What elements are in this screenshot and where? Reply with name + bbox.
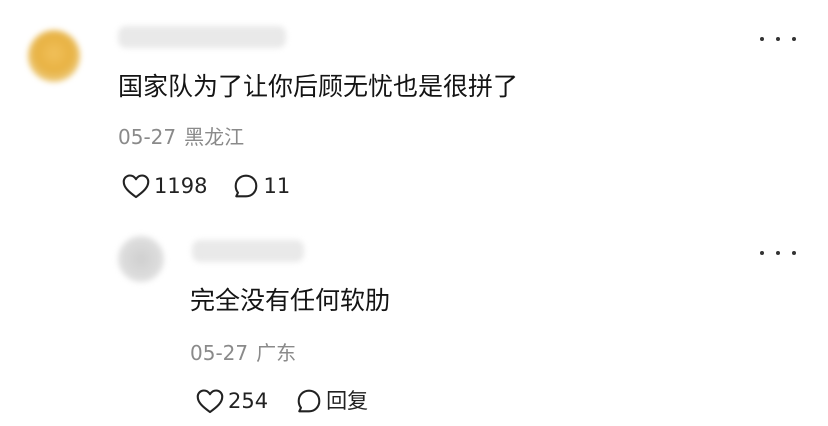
reply-comment-meta: 05-27 广东 — [190, 340, 296, 366]
speech-bubble-icon — [297, 389, 321, 413]
more-dot-icon — [776, 251, 780, 255]
more-dot-icon — [760, 251, 764, 255]
speech-bubble-icon — [235, 174, 258, 198]
reply-count: 11 — [263, 174, 291, 198]
comment-date: 05-27 — [190, 341, 249, 365]
reply-comment-actions: 254 回复 — [196, 388, 368, 414]
comment-meta: 05-27 黑龙江 — [118, 124, 244, 150]
more-dot-icon — [792, 37, 796, 41]
reply-button[interactable]: 回复 — [296, 388, 368, 414]
like-button[interactable]: 254 — [196, 388, 268, 414]
comment-thread: 国家队为了让你后顾无忧也是很拼了 05-27 黑龙江 1198 11 完全没有任何… — [0, 0, 828, 426]
reply-label: 回复 — [326, 389, 369, 413]
like-button[interactable]: 1198 — [122, 173, 207, 199]
more-dot-icon — [760, 37, 764, 41]
heart-outline-icon — [122, 174, 150, 199]
reply-commenter-username-blurred[interactable] — [192, 240, 304, 262]
more-options-button[interactable] — [760, 27, 796, 51]
more-dot-icon — [776, 37, 780, 41]
reply-button[interactable]: 11 — [233, 173, 290, 199]
commenter-avatar[interactable] — [28, 30, 80, 82]
comment-date: 05-27 — [118, 125, 177, 149]
reply-commenter-avatar[interactable] — [118, 236, 164, 282]
reply-comment-text[interactable]: 完全没有任何软肋 — [190, 284, 390, 318]
comment-text[interactable]: 国家队为了让你后顾无忧也是很拼了 — [118, 70, 518, 104]
comment-location: 黑龙江 — [184, 125, 245, 149]
heart-outline-icon — [196, 389, 224, 414]
like-count: 1198 — [154, 174, 208, 198]
like-count: 254 — [228, 389, 269, 413]
more-options-button[interactable] — [760, 241, 796, 265]
comment-actions: 1198 11 — [122, 173, 290, 199]
commenter-username-blurred[interactable] — [118, 26, 286, 48]
more-dot-icon — [792, 251, 796, 255]
comment-location: 广东 — [256, 341, 297, 365]
